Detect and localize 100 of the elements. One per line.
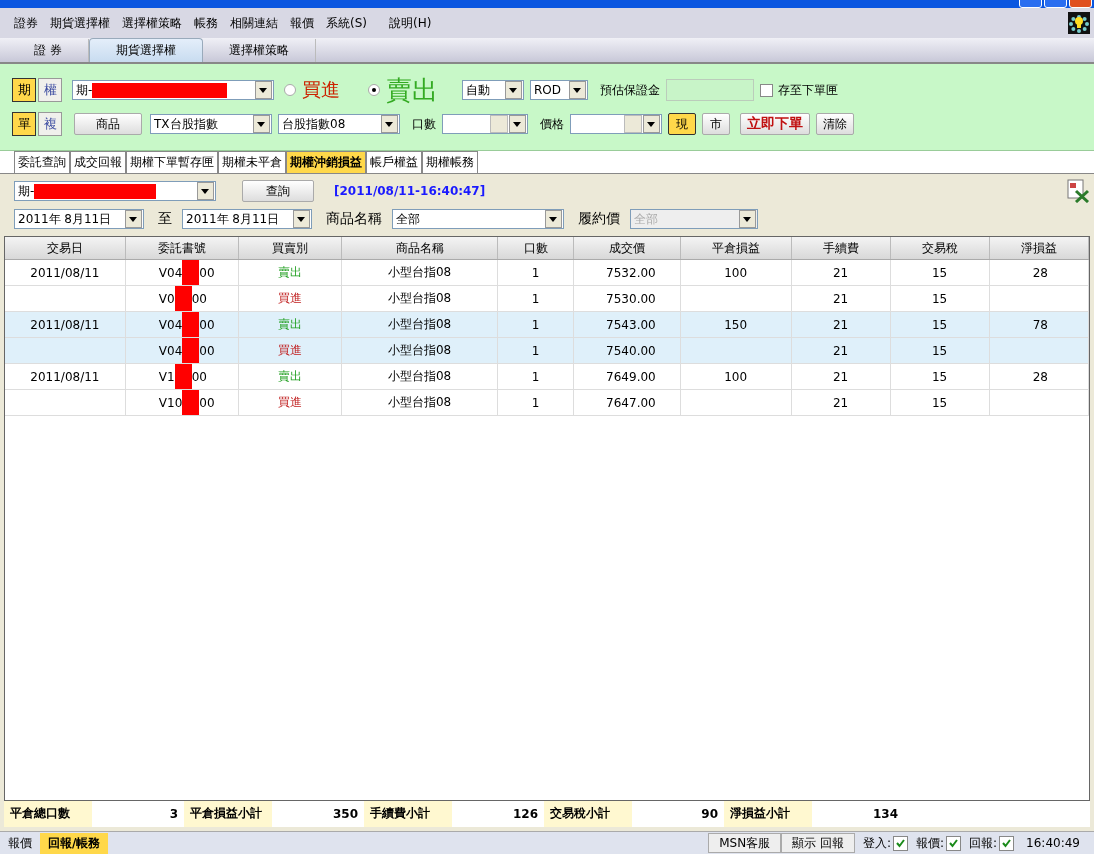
table-cell: V04 — [158, 317, 183, 332]
table-cell: 小型台指08 — [388, 290, 452, 307]
table-cell: 1 — [531, 369, 540, 384]
column-header[interactable]: 商品名稱 — [341, 237, 499, 259]
column-header[interactable]: 平倉損益 — [680, 237, 792, 259]
product-button[interactable]: 商品 — [74, 113, 142, 135]
table-row[interactable]: 2011/08/11 V04 00 賣出 小型台指08 1 7532.00 100 21 15 28 — [5, 260, 1089, 286]
tab[interactable]: 期權未平倉 — [218, 151, 286, 173]
tab[interactable]: 成交回報 — [70, 151, 126, 173]
column-header[interactable]: 成交價 — [573, 237, 681, 259]
price-label: 價格 — [540, 115, 564, 133]
summary-label: 平倉損益小計 — [184, 801, 272, 827]
tab[interactable]: 回報/帳務 — [40, 832, 109, 854]
contract-dropdown[interactable]: 台股指數08 — [278, 114, 400, 134]
price-type-button[interactable]: 市 — [702, 113, 730, 135]
tab[interactable]: 委託查詢 — [14, 151, 70, 173]
tab[interactable]: 期權帳務 — [422, 151, 478, 173]
table-cell: 00 — [191, 291, 207, 306]
product-name-label: 商品名稱 — [326, 210, 382, 228]
show-report-button[interactable]: 顯示 回報 — [781, 833, 855, 853]
date-from-dropdown[interactable]: 2011年 8月11日 — [14, 209, 144, 229]
column-header[interactable]: 交易稅 — [890, 237, 990, 259]
excel-export-icon[interactable] — [1066, 179, 1090, 203]
menu-item[interactable]: 說明(H) — [383, 14, 438, 32]
table-cell: 7543.00 — [606, 317, 656, 332]
column-header[interactable]: 買賣別 — [238, 237, 342, 259]
toggle-button[interactable]: 複 — [38, 112, 62, 136]
menu-item[interactable]: 期貨選擇權 — [44, 14, 116, 32]
table-cell: 15 — [931, 317, 948, 332]
tab[interactable]: 證 券 — [8, 39, 89, 62]
strike-label: 履約價 — [578, 210, 620, 228]
side-radio[interactable]: 買進 — [284, 77, 340, 103]
summary-label: 平倉總口數 — [4, 801, 92, 827]
condition-dropdown[interactable]: 自動 — [462, 80, 524, 100]
table-cell: 28 — [1032, 369, 1048, 384]
tif-dropdown[interactable]: ROD — [530, 80, 588, 100]
lightbulb-icon[interactable] — [1068, 12, 1090, 34]
price-spinner[interactable] — [570, 114, 662, 134]
submit-order-button[interactable]: 立即下單 — [740, 113, 810, 135]
table-cell: 小型台指08 — [388, 264, 452, 281]
column-header[interactable]: 手續費 — [791, 237, 891, 259]
table-cell: 15 — [931, 343, 948, 358]
table-cell: 100 — [724, 369, 748, 384]
column-header[interactable]: 淨損益 — [989, 237, 1089, 259]
table-row[interactable]: 2011/08/11 V04 00 賣出 小型台指08 1 7543.00 150 21 15 78 — [5, 312, 1089, 338]
table-cell: 賣出 — [277, 316, 302, 333]
table-cell: 賣出 — [277, 368, 302, 385]
menu-item[interactable]: 報價 — [284, 14, 320, 32]
toggle-button[interactable]: 權 — [38, 78, 62, 102]
table-cell: V1 — [158, 369, 175, 384]
save-checkbox[interactable]: 存至下單匣 — [760, 81, 838, 99]
product-name-dropdown[interactable]: 全部 — [392, 209, 564, 229]
table-row[interactable]: 2011/08/11 V1 00 賣出 小型台指08 1 7649.00 100 21 15 28 — [5, 364, 1089, 390]
menu-item[interactable]: 帳務 — [188, 14, 224, 32]
clear-button[interactable]: 清除 — [816, 113, 854, 135]
status-checkbox[interactable]: 報價: — [916, 834, 962, 852]
toggle-button[interactable]: 期 — [12, 78, 36, 102]
table-cell: 2011/08/11 — [30, 265, 100, 280]
toggle-button[interactable]: 單 — [12, 112, 36, 136]
table-cell: 小型台指08 — [388, 368, 452, 385]
query-button[interactable]: 查詢 — [242, 180, 314, 202]
tab[interactable]: 期權沖銷損益 — [286, 151, 366, 173]
checkmark-icon — [1001, 837, 1013, 849]
table-cell: 21 — [832, 369, 849, 384]
status-checkbox[interactable]: 回報: — [969, 834, 1015, 852]
status-checkbox[interactable]: 登入: — [862, 834, 908, 852]
table-cell: 7530.00 — [606, 291, 656, 306]
tab[interactable]: 期權下單暫存匣 — [126, 151, 218, 173]
table-cell: 1 — [531, 265, 540, 280]
table-cell: 2011/08/11 — [30, 369, 100, 384]
table-row[interactable]: V04 00 買進 小型台指08 1 7540.00 21 15 — [5, 338, 1089, 364]
menu-item[interactable]: 系統(S) — [320, 14, 373, 32]
tab[interactable]: 帳戶權益 — [366, 151, 422, 173]
summary-value: 90 — [700, 807, 719, 821]
quantity-spinner[interactable] — [442, 114, 528, 134]
column-header[interactable]: 口數 — [498, 237, 574, 259]
table-row[interactable]: V0 00 買進 小型台指08 1 7530.00 21 15 — [5, 286, 1089, 312]
account-dropdown[interactable]: 期- — [14, 181, 216, 201]
date-to-dropdown[interactable]: 2011年 8月11日 — [182, 209, 312, 229]
menu-item[interactable]: 相關連結 — [224, 14, 284, 32]
account-dropdown[interactable]: 期- — [72, 80, 274, 100]
menu-item[interactable]: 證券 — [8, 14, 44, 32]
tab[interactable]: 報價 — [0, 832, 40, 854]
msn-support-button[interactable]: MSN客服 — [708, 833, 782, 853]
clock: 16:40:49 — [1026, 836, 1080, 850]
table-cell: 2011/08/11 — [30, 317, 100, 332]
column-header[interactable]: 交易日 — [5, 237, 126, 259]
tab[interactable]: 選擇權策略 — [202, 39, 316, 62]
table-row[interactable]: V10 00 買進 小型台指08 1 7647.00 21 15 — [5, 390, 1089, 416]
summary-label: 淨損益小計 — [724, 801, 812, 827]
column-header[interactable]: 委託書號 — [125, 237, 239, 259]
summary-value: 134 — [871, 807, 899, 821]
price-type-button[interactable]: 現 — [668, 113, 696, 135]
summary-value: 3 — [168, 807, 179, 821]
summary-label: 手續費小計 — [364, 801, 452, 827]
tab[interactable]: 期貨選擇權 — [88, 38, 203, 62]
menu-item[interactable]: 選擇權策略 — [116, 14, 188, 32]
redaction-bar — [174, 286, 192, 311]
product-dropdown[interactable]: TX台股指數 — [150, 114, 272, 134]
table-cell: 28 — [1032, 265, 1048, 280]
